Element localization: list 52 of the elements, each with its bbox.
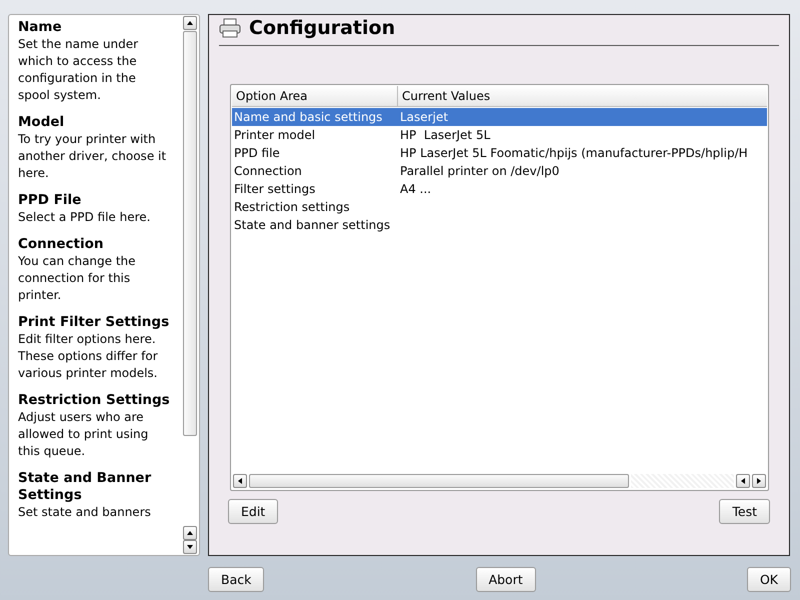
scroll-arrow-button[interactable] — [736, 474, 750, 488]
help-text: Set the name under which to access the configuration in the spool system. — [18, 36, 140, 104]
table-cell-text: Parallel printer on /dev/lp0 — [399, 163, 560, 180]
table-row[interactable]: Restriction settings — [232, 198, 767, 216]
table-row[interactable]: Printer model HP LaserJet 5L — [232, 126, 767, 144]
table-cell-text: Filter settings — [233, 181, 316, 198]
table-row[interactable]: Filter settings A4 ... — [232, 180, 767, 198]
scrollbar-thumb[interactable] — [249, 474, 629, 488]
help-heading: Model — [18, 114, 66, 131]
printer-icon — [219, 18, 241, 38]
scroll-arrow-button[interactable] — [183, 540, 197, 554]
table-row[interactable]: PPD file HP LaserJet 5L Foomatic/hpijs (manufacturer-PPDs/hplip/H — [232, 144, 767, 162]
scroll-arrow-button[interactable] — [183, 16, 197, 30]
table-cell-text: State and banner settings — [233, 217, 392, 234]
help-heading: PPD File — [18, 192, 82, 209]
help-heading: State and Banner Settings — [18, 470, 152, 504]
help-text: To try your printer with another driver, choose it here. — [18, 131, 168, 182]
table-cell-text: PPD file — [233, 145, 281, 162]
scroll-arrow-button[interactable] — [752, 474, 766, 488]
scroll-arrow-button[interactable] — [183, 526, 197, 540]
help-text: Set state and banners — [18, 504, 152, 521]
table-row[interactable]: State and banner settings — [232, 216, 767, 234]
column-header[interactable]: Current Values — [398, 86, 494, 106]
table-action-button[interactable]: Edit — [228, 499, 278, 524]
help-text: Select a PPD file here. — [18, 209, 152, 226]
table-cell-text: A4 ... — [399, 181, 432, 198]
table-cell-text: Connection — [233, 163, 303, 180]
scrollbar-thumb[interactable] — [183, 31, 197, 436]
table-cell-text: Printer model — [233, 127, 316, 144]
wizard-button[interactable]: OK — [746, 567, 791, 592]
triangle-icon — [186, 19, 194, 27]
scroll-arrow-button[interactable] — [233, 474, 247, 488]
table-cell-text: HP LaserJet 5L Foomatic/hpijs (manufacturer-PPDs/hplip/H — [399, 145, 749, 162]
help-text: Edit filter options here. These options differ for various printer models. — [18, 331, 159, 382]
triangle-icon — [236, 477, 244, 485]
column-header[interactable]: Option Area — [232, 86, 398, 106]
help-heading: Name — [18, 19, 63, 36]
help-heading: Print Filter Settings — [18, 314, 170, 331]
help-text: You can change the connection for this printer. — [18, 253, 137, 304]
table-cell-text: Restriction settings — [233, 199, 351, 216]
table-row[interactable]: Connection Parallel printer on /dev/lp0 — [232, 162, 767, 180]
table-row[interactable]: Name and basic settings Laserjet — [232, 108, 767, 126]
help-text: Adjust users who are allowed to print using this queue. — [18, 409, 150, 460]
table-cell-text: Name and basic settings — [233, 109, 384, 126]
table-cell-text: HP LaserJet 5L — [399, 127, 492, 144]
help-heading: Connection — [18, 236, 105, 253]
wizard-button[interactable]: Abort — [476, 567, 536, 592]
wizard-button[interactable]: Back — [208, 567, 264, 592]
table-cell-text: Laserjet — [399, 109, 450, 126]
help-heading: Restriction Settings — [18, 392, 171, 409]
page-title: Configuration — [249, 17, 396, 39]
table-action-button[interactable]: Test — [719, 499, 770, 524]
